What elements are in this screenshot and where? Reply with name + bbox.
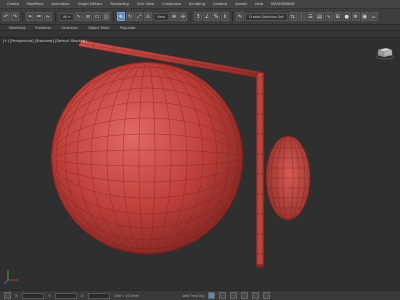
scale-icon[interactable]: ⤢ (134, 12, 143, 21)
tab-object-paint[interactable]: Object Paint (83, 25, 115, 31)
material-editor-icon[interactable]: ● (342, 12, 351, 21)
tab-populate[interactable]: Populate (115, 25, 141, 31)
tab-freeform[interactable]: Freeform (30, 25, 56, 31)
spinner-snap-icon[interactable]: ⇕ (221, 12, 230, 21)
tab-selection[interactable]: Selection (56, 25, 83, 31)
viewport-label[interactable]: [+] [Perspective] [Standard] [Default Sh… (3, 39, 87, 43)
rotate-icon[interactable]: ↻ (125, 12, 134, 21)
menu-help[interactable]: Help (251, 0, 267, 9)
menu-bar: Create Modifiers Animation Graph Editors… (0, 0, 400, 9)
percent-snap-icon[interactable]: % (212, 12, 221, 21)
grid-size-text: Grid = 10.0mm (114, 293, 139, 298)
status-bar: X: Y: Z: Grid = 10.0mm Add Time Tag (0, 290, 400, 300)
edit-named-selection-icon[interactable]: ✎ (236, 12, 245, 21)
align-icon[interactable]: ⫶ (297, 12, 306, 21)
redo-icon[interactable]: ↷ (11, 12, 19, 21)
maximize-icon[interactable] (263, 292, 271, 299)
main-toolbar: ↶ ↷ ⚭ ⚮ ≈ All ▾ ↖ ≡ ▭ ◫ ✥ ↻ ⤢ ⊙ View ⊕ ✣… (0, 9, 400, 25)
snap-toggle-icon[interactable]: 3 (194, 12, 203, 21)
ribbon-panel-bar (0, 31, 400, 38)
menu-arnold[interactable]: Arnold (231, 0, 251, 9)
perspective-viewport[interactable]: [+] [Perspective] [Standard] [Default Sh… (0, 38, 400, 290)
render-frame-icon[interactable]: ▣ (360, 12, 369, 21)
toolbar-divider (22, 11, 23, 22)
viewport-scene (3, 39, 311, 285)
mirror-icon[interactable]: ⇆ (288, 12, 297, 21)
angle-snap-icon[interactable]: ∠ (203, 12, 212, 21)
menu-customize[interactable]: Customize (158, 0, 185, 9)
play-icon[interactable] (219, 292, 227, 299)
menu-animation[interactable]: Animation (47, 0, 73, 9)
rect-selection-icon[interactable]: ▭ (92, 12, 101, 21)
zoom-icon[interactable] (230, 292, 238, 299)
undo-icon[interactable]: ↶ (2, 12, 10, 21)
bind-space-warp-icon[interactable]: ≈ (44, 12, 52, 21)
unlink-icon[interactable]: ⚮ (35, 12, 43, 21)
viewcube-icon[interactable] (374, 46, 394, 60)
select-object-icon[interactable]: ↖ (74, 12, 83, 21)
orbit-icon[interactable] (252, 292, 260, 299)
menu-scripting[interactable]: Scripting (185, 0, 209, 9)
lamp-globe[interactable] (50, 61, 244, 255)
selection-set-dropdown[interactable]: Create Selection Set (245, 12, 288, 21)
toolbar-divider (232, 11, 234, 22)
lock-selection-icon[interactable] (4, 292, 11, 299)
move-icon[interactable]: ✥ (116, 12, 125, 21)
x-coord-field[interactable] (22, 292, 45, 299)
x-coord-label: X: (15, 293, 19, 298)
y-coord-label: Y: (48, 293, 51, 298)
toolbar-divider (190, 11, 192, 22)
select-manipulate-icon[interactable]: ✣ (179, 12, 188, 21)
toggle-ribbon-icon[interactable]: ▤ (315, 12, 324, 21)
y-coord-field[interactable] (54, 292, 77, 299)
render-production-icon[interactable]: ☕ (369, 12, 378, 21)
menu-graph-editors[interactable]: Graph Editors (74, 0, 107, 9)
menu-content[interactable]: Content (209, 0, 231, 9)
placement-icon[interactable]: ⊙ (143, 12, 152, 21)
render-setup-icon[interactable]: ⚙ (351, 12, 360, 21)
menu-create[interactable]: Create (3, 0, 23, 9)
selection-filter-dropdown[interactable]: All ▾ (59, 12, 74, 21)
reference-coord-dropdown[interactable]: View (152, 12, 170, 21)
select-by-name-icon[interactable]: ≡ (83, 12, 92, 21)
toolbar-divider (55, 11, 56, 22)
curve-editor-icon[interactable]: ∿ (324, 12, 333, 21)
toolbar-divider (112, 11, 114, 22)
window-crossing-icon[interactable]: ◫ (101, 12, 110, 21)
layer-explorer-icon[interactable]: ☰ (306, 12, 315, 21)
pan-icon[interactable] (241, 292, 249, 299)
menu-mashgrand[interactable]: MASHGRAND (267, 0, 299, 9)
auto-key-icon[interactable] (208, 292, 216, 299)
tab-modeling[interactable]: Modeling (4, 25, 30, 31)
z-coord-field[interactable] (88, 292, 111, 299)
add-time-tag-button[interactable]: Add Time Tag (183, 294, 204, 298)
axis-tripod-icon (3, 270, 18, 285)
z-coord-label: Z: (80, 293, 85, 298)
menu-modifiers[interactable]: Modifiers (23, 0, 47, 9)
schematic-view-icon[interactable]: ⊞ (333, 12, 342, 21)
pivot-center-icon[interactable]: ⊕ (170, 12, 179, 21)
lamp-pole[interactable] (255, 71, 265, 268)
menu-civil-view[interactable]: Civil View (133, 0, 158, 9)
lamp-reflector[interactable] (265, 135, 311, 221)
menu-rendering[interactable]: Rendering (106, 0, 132, 9)
link-icon[interactable]: ⚭ (26, 12, 34, 21)
